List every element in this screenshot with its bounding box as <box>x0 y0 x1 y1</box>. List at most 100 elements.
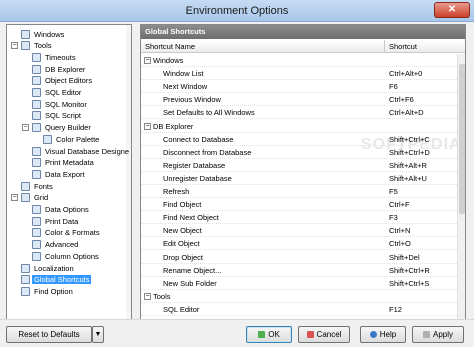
tree-item[interactable]: Print Metadata <box>32 157 96 168</box>
shortcut-row[interactable]: Set Defaults to All Windows Ctrl+Alt+D <box>141 106 457 120</box>
shortcut-value: Shift+Ctrl+S <box>389 278 430 288</box>
apply-icon <box>422 331 430 339</box>
shortcut-row[interactable]: Connect to Database Shift+Ctrl+C <box>141 133 457 146</box>
shortcut-name: SQL Editor <box>163 304 200 314</box>
shortcut-value: F5 <box>389 187 398 196</box>
shortcut-value: Shift+Del <box>389 252 420 262</box>
shortcut-row[interactable]: Drop Object Shift+Del <box>141 251 457 264</box>
shortcut-row[interactable]: New Object Ctrl+N <box>141 224 457 238</box>
option-icon <box>32 169 41 179</box>
tree-item[interactable]: Windows <box>21 28 66 39</box>
group-row[interactable]: − DB Explorer <box>141 120 457 133</box>
shortcut-row[interactable]: Disconnect from Database Shift+Ctrl+D <box>141 146 457 159</box>
shortcut-row[interactable]: SQL Editor F12 <box>141 303 457 316</box>
shortcut-row[interactable]: New Sub Folder Shift+Ctrl+S <box>141 277 457 290</box>
tree-item[interactable]: Find Option <box>21 285 75 296</box>
tree-item[interactable]: Query Builder <box>32 122 93 133</box>
shortcut-row[interactable]: Find Object Ctrl+F <box>141 198 457 212</box>
shortcut-row[interactable]: Window List Ctrl+Alt+0 <box>141 67 457 81</box>
shortcut-name: Windows <box>153 56 184 65</box>
group-expander[interactable]: − <box>144 57 151 64</box>
group-expander[interactable]: − <box>144 122 151 130</box>
tree-expander[interactable]: − <box>11 193 18 201</box>
tree-item[interactable]: SQL Script <box>32 110 83 121</box>
tree-item[interactable]: SQL Monitor <box>32 98 89 109</box>
group-row[interactable]: − Windows <box>141 54 457 67</box>
option-icon <box>32 88 41 98</box>
tree-item[interactable]: Visual Database Designe <box>32 145 131 156</box>
tree-expander[interactable]: − <box>22 123 29 131</box>
reset-label: Reset to Defaults <box>18 330 80 339</box>
shortcut-row[interactable]: Previous Window Ctrl+F6 <box>141 93 457 107</box>
shortcut-value: F12 <box>389 304 402 314</box>
close-button[interactable]: ✕ <box>434 2 470 18</box>
tree-item-label: SQL Editor <box>45 88 82 98</box>
tree-item[interactable]: DB Explorer <box>32 63 87 74</box>
shortcut-name: New Sub Folder <box>163 278 217 288</box>
tree-item[interactable]: Advanced <box>32 239 80 250</box>
tree-item[interactable]: Column Options <box>32 250 101 261</box>
shortcut-row[interactable]: Edit Object Ctrl+O <box>141 237 457 251</box>
tree-item[interactable]: Print Data <box>32 215 80 226</box>
shortcut-name: DB Explorer <box>153 121 194 131</box>
tree-item[interactable]: Tools <box>21 40 54 51</box>
button-bar: Reset to Defaults ▼ OK Cancel Help Apply <box>0 319 474 347</box>
reset-dropdown-button[interactable]: ▼ <box>92 326 104 343</box>
tree-item-label: Find Option <box>34 286 73 296</box>
reset-to-defaults-button[interactable]: Reset to Defaults <box>6 326 92 343</box>
shortcut-row[interactable]: Next Window F6 <box>141 80 457 94</box>
tree-item[interactable]: Global Shortcuts <box>21 274 92 285</box>
ok-button[interactable]: OK <box>246 326 292 343</box>
col-shortcut-name[interactable]: Shortcut Name <box>145 42 195 51</box>
shortcut-row[interactable]: Refresh F5 <box>141 185 457 198</box>
shortcut-value: Shift+Ctrl+D <box>389 147 430 157</box>
column-header: Shortcut Name Shortcut <box>141 40 465 53</box>
tree-item-label: Color Palette <box>56 134 100 144</box>
shortcut-value: Shift+Alt+U <box>389 173 427 183</box>
grid-scrollbar[interactable] <box>457 54 465 336</box>
tree-item-label: Data Options <box>45 205 89 215</box>
apply-button[interactable]: Apply <box>412 326 464 343</box>
cancel-label: Cancel <box>316 330 342 339</box>
col-shortcut[interactable]: Shortcut <box>389 42 417 51</box>
shortcut-row[interactable]: Find Next Object F3 <box>141 211 457 225</box>
group-expander[interactable]: − <box>144 292 151 300</box>
cancel-button[interactable]: Cancel <box>298 326 350 343</box>
tree-item[interactable]: Object Editors <box>32 75 94 86</box>
shortcut-value: Ctrl+F6 <box>389 95 414 105</box>
tree-item[interactable]: Localization <box>21 262 76 273</box>
tree-item[interactable]: Data Options <box>32 204 91 215</box>
tree-item[interactable]: Color Palette <box>43 133 101 144</box>
help-icon <box>369 331 377 339</box>
tree-item-label: Object Editors <box>45 76 93 86</box>
tree-item[interactable]: Data Export <box>32 168 87 179</box>
tree-item-label: Print Metadata <box>45 158 94 168</box>
tree-expander[interactable]: − <box>11 41 18 49</box>
shortcut-name: Edit Object <box>163 239 200 249</box>
scroll-thumb[interactable] <box>459 64 465 214</box>
tree-item[interactable]: SQL Editor <box>32 87 83 98</box>
shortcut-row[interactable]: Rename Object... Shift+Ctrl+R <box>141 264 457 277</box>
tree-item-label: Localization <box>34 263 74 273</box>
tree-item-label: Visual Database Designe <box>45 146 130 156</box>
shortcut-value: Shift+Alt+R <box>389 160 427 170</box>
tree-item-label: SQL Monitor <box>45 99 87 109</box>
shortcut-row[interactable]: Register Database Shift+Alt+R <box>141 159 457 172</box>
shortcut-row[interactable]: Unregister Database Shift+Alt+U <box>141 172 457 185</box>
help-label: Help <box>379 330 397 339</box>
help-button[interactable]: Help <box>360 326 406 343</box>
tree-item[interactable]: Fonts <box>21 180 55 191</box>
option-icon <box>32 123 41 133</box>
column-separator[interactable] <box>384 40 385 53</box>
shortcut-name: Register Database <box>163 160 226 170</box>
tree-item[interactable]: Grid <box>21 192 50 203</box>
option-icon <box>32 64 41 74</box>
tree-scrollbar[interactable] <box>126 25 131 336</box>
tree-item-label: DB Explorer <box>45 64 86 74</box>
shortcut-value: Ctrl+Alt+0 <box>389 69 423 79</box>
tree-item[interactable]: Timeouts <box>32 51 78 62</box>
shortcut-value: F3 <box>389 213 398 223</box>
group-row[interactable]: − Tools <box>141 290 457 303</box>
tree-item[interactable]: Color & Formats <box>32 227 102 238</box>
tree-item-label: Data Export <box>45 169 85 179</box>
